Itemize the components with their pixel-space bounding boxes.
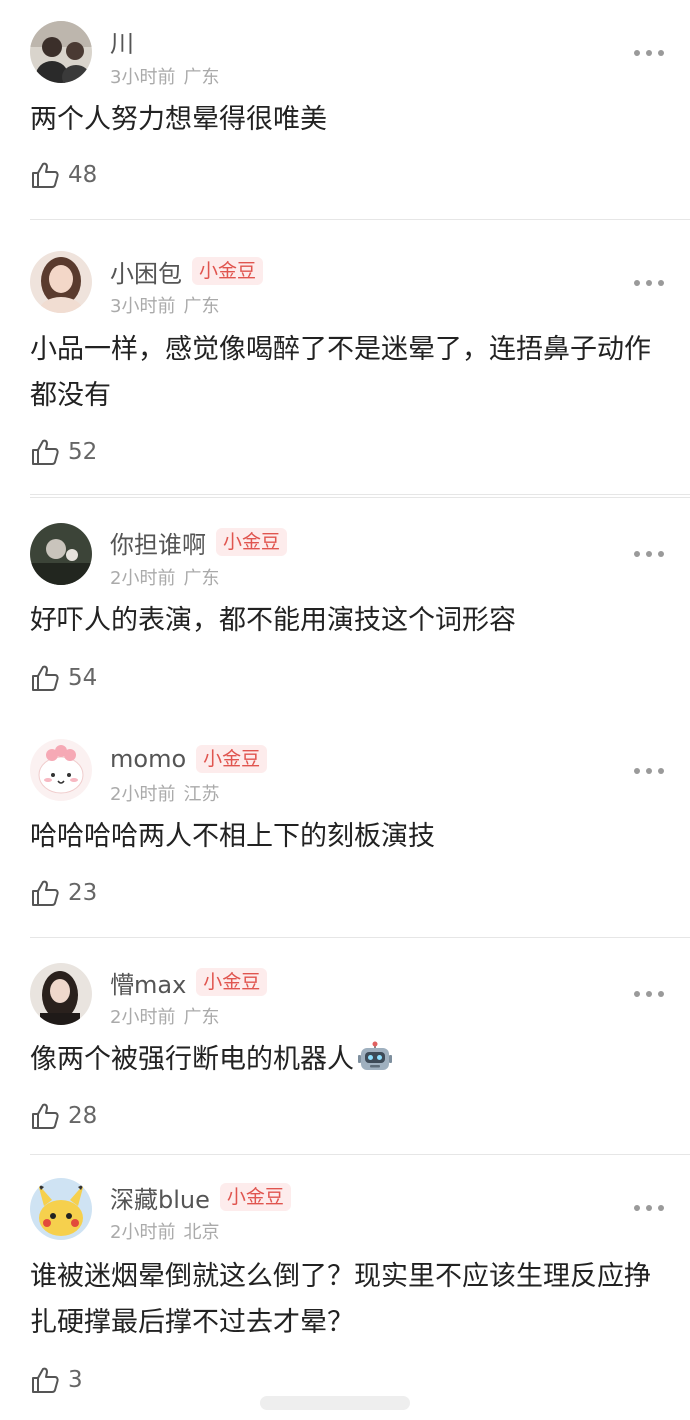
thumbs-up-icon (32, 665, 59, 691)
like-button[interactable]: 28 (30, 1099, 97, 1133)
watermark-bar (260, 1396, 410, 1410)
comment-location: 北京 (183, 1222, 220, 1243)
username[interactable]: momo (110, 745, 186, 773)
comment-meta: 3小时前 广东 (110, 292, 219, 318)
name-row: momo 小金豆 (110, 742, 268, 776)
comment-meta: 3小时前 广东 (110, 63, 219, 89)
like-button[interactable]: 54 (30, 661, 97, 695)
more-dots-icon[interactable] (634, 766, 664, 776)
comment-location: 广东 (183, 1007, 220, 1028)
avatar[interactable] (30, 963, 92, 1025)
user-badge: 小金豆 (216, 528, 288, 556)
name-row: 懵max 小金豆 (110, 965, 268, 1000)
comment-meta: 2小时前 广东 (110, 564, 219, 590)
robot-emoji (358, 1041, 392, 1070)
like-button[interactable]: 3 (30, 1363, 83, 1397)
comment-text: 谁被迷烟晕倒就这么倒了？现实里不应该生理反应挣扎硬撑最后撑不过去才晕？ (30, 1261, 651, 1338)
thumbs-up-icon (32, 439, 59, 465)
thumbs-up-icon (32, 162, 59, 188)
comment-location: 广东 (183, 296, 220, 317)
thumbs-up-icon (32, 1367, 59, 1393)
comment-meta: 2小时前 北京 (110, 1218, 219, 1244)
avatar[interactable] (30, 251, 92, 313)
comment-time: 3小时前 (110, 67, 176, 88)
comment-text: 两个人努力想晕得很唯美 (30, 104, 327, 135)
comment-time: 3小时前 (110, 296, 176, 317)
divider (30, 1154, 690, 1155)
more-dots-icon[interactable] (634, 48, 664, 58)
comment-time: 2小时前 (110, 784, 176, 805)
avatar[interactable] (30, 523, 92, 585)
comment-text: 好吓人的表演，都不能用演技这个词形容 (30, 605, 516, 636)
username[interactable]: 懵max (110, 965, 186, 1000)
more-dots-icon[interactable] (634, 1203, 664, 1213)
like-count: 54 (68, 665, 98, 691)
user-badge: 小金豆 (196, 745, 268, 773)
avatar[interactable] (30, 1178, 92, 1240)
comment-meta: 2小时前 江苏 (110, 780, 219, 806)
comment-text-content: 像两个被强行断电的机器人 (30, 1044, 354, 1075)
divider (30, 494, 690, 495)
more-dots-icon[interactable] (634, 278, 664, 288)
like-count: 23 (68, 880, 98, 906)
more-dots-icon[interactable] (634, 549, 664, 559)
like-count: 52 (68, 439, 98, 465)
divider (30, 937, 690, 938)
name-row: 深藏blue 小金豆 (110, 1180, 291, 1214)
thumbs-up-icon (32, 1103, 59, 1129)
comment-meta: 2小时前 广东 (110, 1003, 219, 1029)
user-badge: 小金豆 (219, 1183, 291, 1211)
comment-location: 江苏 (183, 784, 220, 805)
username[interactable]: 深藏blue (110, 1180, 210, 1215)
like-button[interactable]: 48 (30, 158, 97, 192)
username[interactable]: 川 (110, 24, 134, 59)
like-button[interactable]: 23 (30, 876, 97, 910)
like-count: 3 (68, 1367, 83, 1393)
divider (30, 219, 690, 220)
comment-text: 小品一样，感觉像喝醉了不是迷晕了，连捂鼻子动作都没有 (30, 334, 651, 411)
user-badge: 小金豆 (196, 968, 268, 996)
comment-time: 2小时前 (110, 568, 176, 589)
comment-location: 广东 (183, 67, 220, 88)
more-dots-icon[interactable] (634, 989, 664, 999)
username[interactable]: 小困包 (110, 254, 182, 289)
name-row: 小困包 小金豆 (110, 254, 264, 289)
name-row: 你担谁啊 小金豆 (110, 525, 288, 560)
divider (30, 497, 690, 498)
like-button[interactable]: 52 (30, 435, 97, 469)
comment-location: 广东 (183, 568, 220, 589)
thumbs-up-icon (32, 880, 59, 906)
avatar[interactable] (30, 739, 92, 801)
like-count: 28 (68, 1103, 98, 1129)
user-badge: 小金豆 (192, 257, 264, 285)
comment-text: 哈哈哈哈两人不相上下的刻板演技 (30, 821, 435, 852)
comment-text: 像两个被强行断电的机器人 (30, 1037, 660, 1083)
like-count: 48 (68, 162, 98, 188)
avatar[interactable] (30, 21, 92, 83)
name-row: 川 (110, 24, 134, 58)
comment-time: 2小时前 (110, 1007, 176, 1028)
comment-time: 2小时前 (110, 1222, 176, 1243)
username[interactable]: 你担谁啊 (110, 525, 206, 560)
